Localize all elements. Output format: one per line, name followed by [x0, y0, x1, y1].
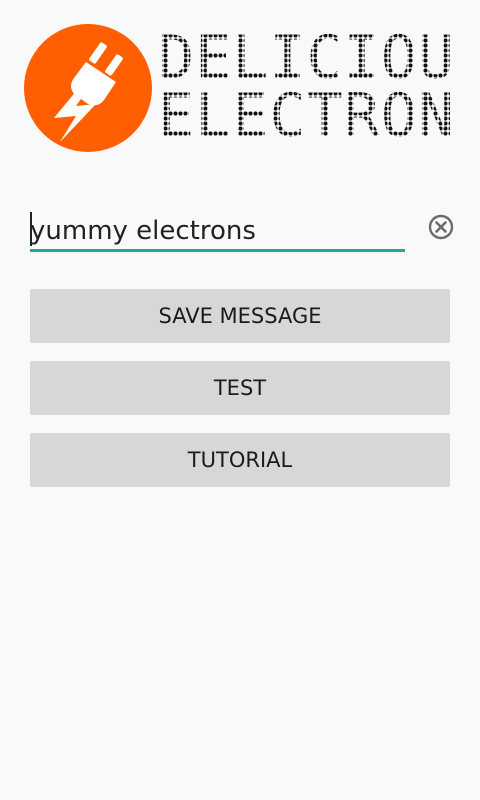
clear-circle-x-icon[interactable]	[428, 214, 454, 240]
brand-title-line-2: ELECTRONS	[158, 86, 458, 144]
brand-title: DELICIOUS ELECTRONS	[158, 28, 458, 144]
message-input[interactable]	[30, 206, 405, 252]
app-header: DELICIOUS ELECTRONS	[0, 0, 480, 160]
message-input-row	[30, 206, 456, 258]
plug-logo-icon	[24, 24, 152, 152]
brand-title-line-1: DELICIOUS	[158, 28, 458, 86]
tutorial-button[interactable]: TUTORIAL	[30, 433, 450, 487]
save-message-button[interactable]: SAVE MESSAGE	[30, 289, 450, 343]
text-caret	[30, 212, 32, 246]
test-button[interactable]: TEST	[30, 361, 450, 415]
